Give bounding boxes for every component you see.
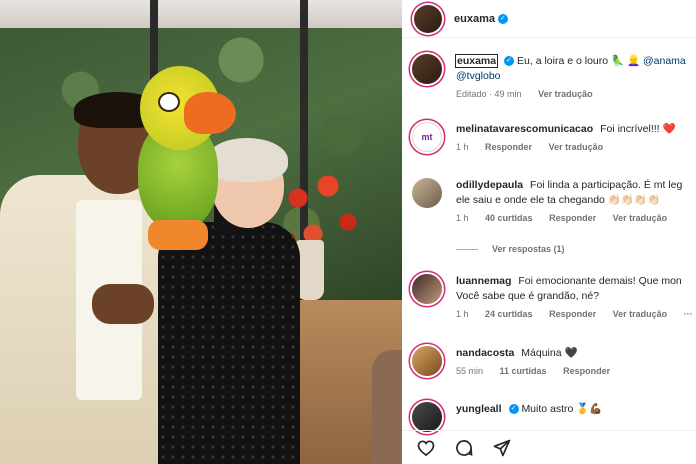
woman-hair bbox=[206, 138, 288, 182]
vase bbox=[296, 240, 324, 300]
author-username[interactable]: euxama bbox=[454, 13, 495, 25]
caption-text: euxama ✓ Eu, a loira e o louro 🦜 👱‍♀️ @an… bbox=[454, 54, 696, 69]
parrot-puppet-beak bbox=[184, 92, 236, 134]
woman-dress bbox=[158, 222, 300, 464]
comment-time: 1 h bbox=[456, 142, 469, 152]
translate-link[interactable]: Ver tradução bbox=[549, 142, 604, 152]
parrot-puppet-eye bbox=[158, 92, 180, 112]
mention-link[interactable]: @anama bbox=[643, 55, 686, 67]
replies-divider bbox=[456, 248, 478, 250]
verified-icon: ✓ bbox=[504, 56, 515, 67]
view-replies-label: Ver respostas (1) bbox=[492, 244, 565, 254]
caption-body: Eu, a loira e o louro 🦜 👱‍♀️ bbox=[517, 55, 641, 67]
comment-text: Foi emocionante demais! Que mon bbox=[518, 275, 682, 287]
caption-username[interactable]: euxama bbox=[454, 54, 499, 68]
comment-text: Muito astro 🥇💪🏾 bbox=[521, 403, 603, 415]
comment-text: Foi linda a participação. É mt leg bbox=[530, 179, 683, 191]
commenter-avatar[interactable] bbox=[412, 274, 442, 304]
commenter-avatar[interactable]: mt bbox=[412, 122, 442, 152]
window-frame bbox=[0, 0, 402, 28]
reply-button[interactable]: Responder bbox=[485, 142, 532, 152]
author-avatar[interactable] bbox=[412, 54, 442, 84]
more-options-icon[interactable]: ··· bbox=[684, 309, 693, 319]
comment-text: Você sabe que é grandão, né? bbox=[456, 290, 600, 302]
commenter-username[interactable]: melinatavarescomunicacao bbox=[456, 123, 593, 135]
parrot-puppet-feet bbox=[148, 220, 208, 250]
view-replies-button[interactable]: Ver respostas (1) bbox=[456, 244, 565, 254]
likes-count[interactable]: 40 curtidas bbox=[485, 213, 533, 223]
comment-item: odillydepaula Foi linda a participação. … bbox=[412, 178, 696, 223]
reply-button[interactable]: Responder bbox=[563, 366, 610, 376]
edited-label: Editado · 49 min bbox=[456, 89, 522, 99]
likes-count[interactable]: 24 curtidas bbox=[485, 309, 533, 319]
comment-item: mt melinatavarescomunicacao Foi incrível… bbox=[412, 122, 696, 152]
man-hand bbox=[92, 284, 154, 324]
translate-link[interactable]: Ver tradução bbox=[538, 89, 593, 99]
post-panel: euxama ✓ euxama ✓ Eu, a loira e o louro 🦜… bbox=[402, 0, 696, 464]
heart-icon[interactable] bbox=[416, 438, 436, 458]
commenter-avatar[interactable] bbox=[412, 178, 442, 208]
verified-icon: ✓ bbox=[508, 404, 519, 415]
comment-time: 1 h bbox=[456, 309, 469, 319]
author-avatar[interactable] bbox=[414, 4, 442, 33]
comments-list[interactable]: euxama ✓ Eu, a loira e o louro 🦜 👱‍♀️ @an… bbox=[402, 48, 696, 432]
commenter-avatar[interactable] bbox=[412, 402, 442, 432]
reply-button[interactable]: Responder bbox=[549, 309, 596, 319]
comment-item: yungleall ✓ Muito astro 🥇💪🏾 bbox=[412, 402, 696, 432]
commenter-username[interactable]: luannemag bbox=[456, 275, 511, 287]
commenter-username[interactable]: odillydepaula bbox=[456, 179, 523, 191]
comment-time: 55 min bbox=[456, 366, 484, 376]
comment-icon[interactable] bbox=[454, 438, 474, 458]
share-icon[interactable] bbox=[492, 438, 512, 458]
translate-link[interactable]: Ver tradução bbox=[613, 309, 668, 319]
post-photo[interactable] bbox=[0, 0, 402, 464]
verified-icon: ✓ bbox=[497, 13, 508, 24]
post-header: euxama ✓ bbox=[402, 0, 696, 38]
caption: euxama ✓ Eu, a loira e o louro 🦜 👱‍♀️ @an… bbox=[412, 54, 696, 99]
comment-text: ele saiu e onde ele ta chegando 👏🏻👏🏻👏🏻👏🏻 bbox=[456, 194, 661, 206]
likes-count[interactable]: 11 curtidas bbox=[500, 366, 547, 376]
comment-text: Foi incrível!!! ❤️ bbox=[600, 123, 676, 135]
post-action-bar bbox=[402, 430, 696, 464]
translate-link[interactable]: Ver tradução bbox=[613, 213, 668, 223]
comment-item: luannemag Foi emocionante demais! Que mo… bbox=[412, 274, 696, 319]
comment-time: 1 h bbox=[456, 213, 469, 223]
reply-button[interactable]: Responder bbox=[549, 213, 596, 223]
mention-link[interactable]: @tvglobo bbox=[456, 70, 501, 82]
commenter-username[interactable]: yungleall bbox=[456, 403, 502, 415]
commenter-avatar[interactable] bbox=[412, 346, 442, 376]
commenter-username[interactable]: nandacosta bbox=[456, 347, 514, 359]
comment-item: nandacosta Máquina 🖤 55 min 11 curtidas … bbox=[412, 346, 696, 376]
person-partial bbox=[372, 350, 402, 464]
comment-text: Máquina 🖤 bbox=[521, 347, 578, 359]
